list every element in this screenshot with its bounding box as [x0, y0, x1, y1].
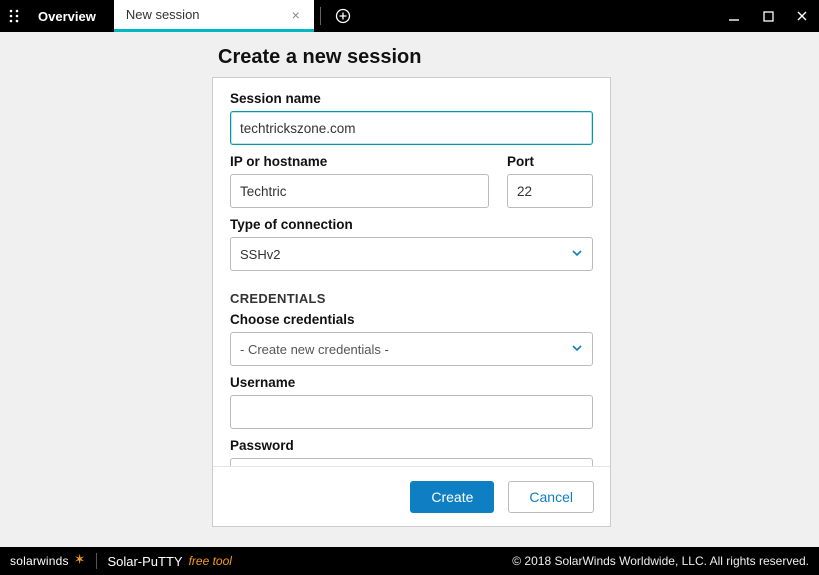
username-input[interactable]: [230, 395, 593, 429]
tab-overview-label: Overview: [38, 9, 96, 24]
chevron-down-icon: [571, 342, 583, 357]
maximize-button[interactable]: [751, 0, 785, 32]
brand-flare-icon: ✶: [74, 551, 86, 568]
new-tab-button[interactable]: [328, 0, 358, 32]
free-tool-label: free tool: [189, 554, 232, 568]
main-area: Create a new session ▲ ▼ Session name IP…: [0, 32, 819, 547]
titlebar: Overview New session ×: [0, 0, 819, 32]
tab-new-session-label: New session: [126, 7, 288, 22]
choose-cred-label: Choose credentials: [230, 312, 593, 327]
credentials-section-label: CREDENTIALS: [230, 291, 593, 306]
port-label: Port: [507, 154, 593, 169]
port-input[interactable]: [507, 174, 593, 208]
cancel-button[interactable]: Cancel: [508, 481, 594, 513]
password-label: Password: [230, 438, 593, 453]
conn-type-label: Type of connection: [230, 217, 593, 232]
conn-type-select[interactable]: SSHv2: [230, 237, 593, 271]
minimize-button[interactable]: [717, 0, 751, 32]
host-label: IP or hostname: [230, 154, 489, 169]
session-name-label: Session name: [230, 91, 593, 106]
conn-type-value: SSHv2: [240, 247, 280, 262]
new-session-dialog: ▲ ▼ Session name IP or hostname Port Typ…: [212, 77, 611, 527]
session-name-input[interactable]: [230, 111, 593, 145]
choose-cred-value: - Create new credentials -: [240, 342, 389, 357]
app-menu-icon[interactable]: [0, 0, 28, 32]
chevron-down-icon: [571, 247, 583, 262]
tab-new-session[interactable]: New session ×: [114, 0, 314, 32]
brand-text: solarwinds: [10, 554, 69, 568]
brand: solarwinds ✶: [10, 553, 86, 570]
dialog-button-bar: Create Cancel: [213, 466, 610, 526]
tab-separator: [314, 0, 328, 32]
copyright: © 2018 SolarWinds Worldwide, LLC. All ri…: [512, 554, 809, 568]
window-controls: [717, 0, 819, 32]
dialog-scroll-area: ▲ ▼ Session name IP or hostname Port Typ…: [213, 78, 610, 466]
tab-close-icon[interactable]: ×: [288, 7, 304, 23]
close-window-button[interactable]: [785, 0, 819, 32]
choose-cred-select[interactable]: - Create new credentials -: [230, 332, 593, 366]
footer-separator: [96, 553, 97, 569]
product-name: Solar-PuTTY: [107, 554, 182, 569]
create-button[interactable]: Create: [410, 481, 494, 513]
footer: solarwinds ✶ Solar-PuTTY free tool © 2018…: [0, 547, 819, 575]
tab-overview[interactable]: Overview: [28, 0, 114, 32]
password-input[interactable]: [230, 458, 593, 466]
username-label: Username: [230, 375, 593, 390]
page-title: Create a new session: [218, 46, 421, 69]
host-input[interactable]: [230, 174, 489, 208]
